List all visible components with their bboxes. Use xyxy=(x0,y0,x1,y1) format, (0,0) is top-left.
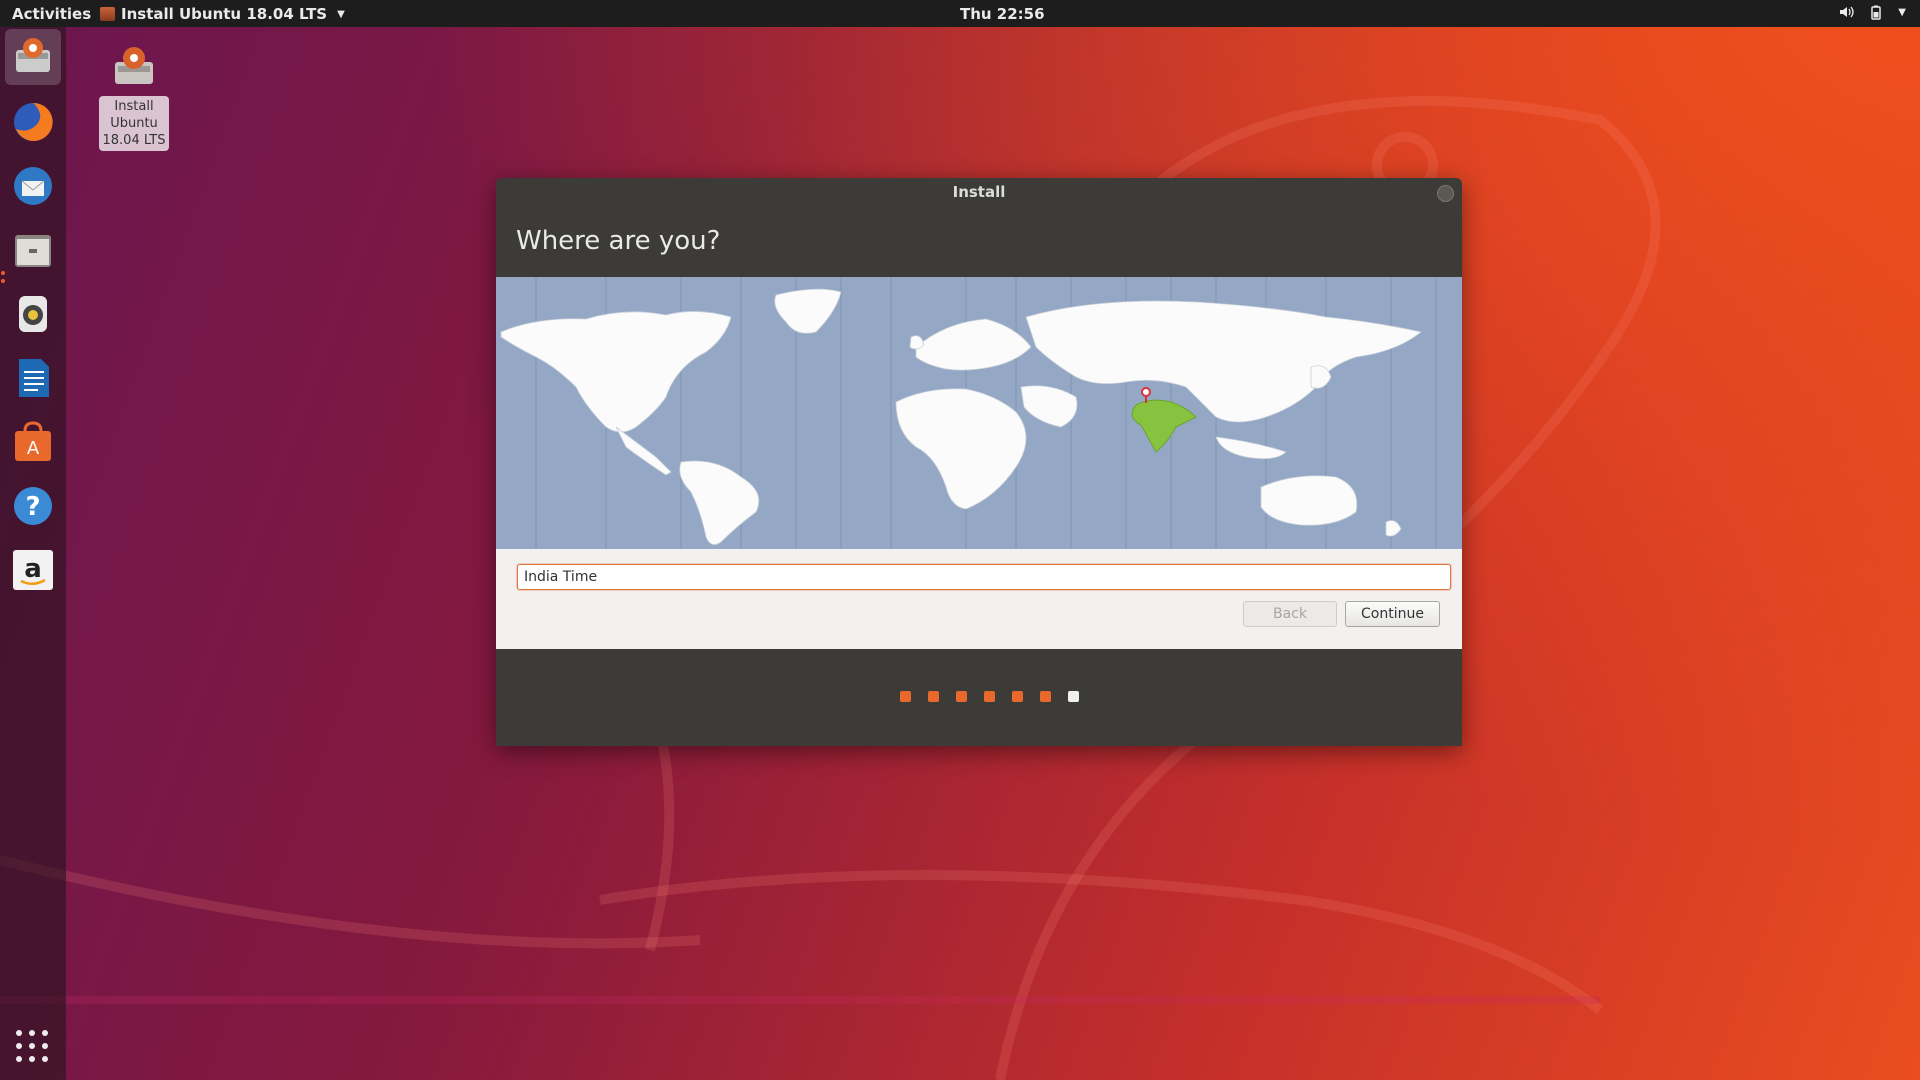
top-bar: Activities Install Ubuntu 18.04 LTS ▼ Th… xyxy=(0,0,1920,27)
system-tray[interactable]: ▼ xyxy=(1838,4,1906,20)
files-icon xyxy=(15,235,51,267)
progress-step-dot xyxy=(899,691,911,702)
ubuntu-software-icon: A xyxy=(15,421,51,461)
timezone-input[interactable]: India Time xyxy=(517,564,1451,590)
libreoffice-writer-icon xyxy=(19,359,49,397)
svg-text:?: ? xyxy=(25,492,40,522)
selected-region-india xyxy=(1131,399,1197,453)
system-menu-icon[interactable]: ▼ xyxy=(1898,7,1906,18)
page-heading: Where are you? xyxy=(516,226,721,256)
timezone-panel: India Time Back Continue xyxy=(496,549,1462,649)
help-icon: ? xyxy=(14,487,52,525)
desktop-icon-install-ubuntu[interactable]: Install Ubuntu 18.04 LTS xyxy=(99,42,169,151)
window-titlebar[interactable]: Install xyxy=(496,178,1462,206)
svg-text:A: A xyxy=(27,438,40,459)
back-button[interactable]: Back xyxy=(1243,601,1337,627)
progress-step-dot xyxy=(1011,691,1023,702)
progress-step-dot xyxy=(983,691,995,702)
continue-button[interactable]: Continue xyxy=(1345,601,1440,627)
clock[interactable]: Thu 22:56 xyxy=(960,5,1045,23)
dock-item-thunderbird[interactable] xyxy=(5,158,61,214)
install-window: Install Where are you? India Time Back C… xyxy=(496,178,1462,746)
timezone-map[interactable] xyxy=(496,277,1462,549)
dock-item-ubuntu-software[interactable]: A xyxy=(5,414,61,470)
caret-down-icon: ▼ xyxy=(337,8,345,20)
amazon-icon: a xyxy=(13,550,53,590)
dock-item-firefox[interactable] xyxy=(5,94,61,150)
progress-indicator xyxy=(496,691,1462,702)
rhythmbox-icon xyxy=(19,296,47,332)
svg-text:a: a xyxy=(24,554,42,584)
dock-item-amazon[interactable]: a xyxy=(5,542,61,598)
app-menu-title: Install Ubuntu 18.04 LTS xyxy=(121,5,328,23)
apps-grid-icon[interactable] xyxy=(14,1028,50,1064)
window-title: Install xyxy=(952,183,1006,201)
progress-step-dot xyxy=(927,691,939,702)
dock-item-files[interactable] xyxy=(5,222,61,278)
ubuntu-installer-icon xyxy=(16,38,50,72)
desktop-icon-label: Install Ubuntu 18.04 LTS xyxy=(99,96,169,151)
dock-item-help[interactable]: ? xyxy=(5,478,61,534)
progress-step-dot xyxy=(1067,691,1079,702)
ubuntu-installer-icon xyxy=(115,47,153,84)
dock-item-ubuntu-installer[interactable] xyxy=(5,29,61,85)
running-indicator xyxy=(1,279,5,283)
firefox-icon xyxy=(14,102,53,141)
world-map[interactable] xyxy=(496,277,1462,549)
app-menu[interactable]: Install Ubuntu 18.04 LTS ▼ xyxy=(100,5,345,23)
installer-app-icon xyxy=(100,7,115,21)
window-footer xyxy=(496,649,1462,746)
thunderbird-icon xyxy=(14,167,52,205)
activities-button[interactable]: Activities xyxy=(12,5,91,23)
close-button[interactable] xyxy=(1437,185,1454,202)
dock: A ? a xyxy=(0,27,66,1080)
dock-item-libreoffice-writer[interactable] xyxy=(5,350,61,406)
progress-step-dot xyxy=(955,691,967,702)
volume-icon[interactable] xyxy=(1838,4,1854,20)
progress-step-dot xyxy=(1039,691,1051,702)
dock-item-rhythmbox[interactable] xyxy=(5,286,61,342)
battery-icon[interactable] xyxy=(1868,4,1884,20)
